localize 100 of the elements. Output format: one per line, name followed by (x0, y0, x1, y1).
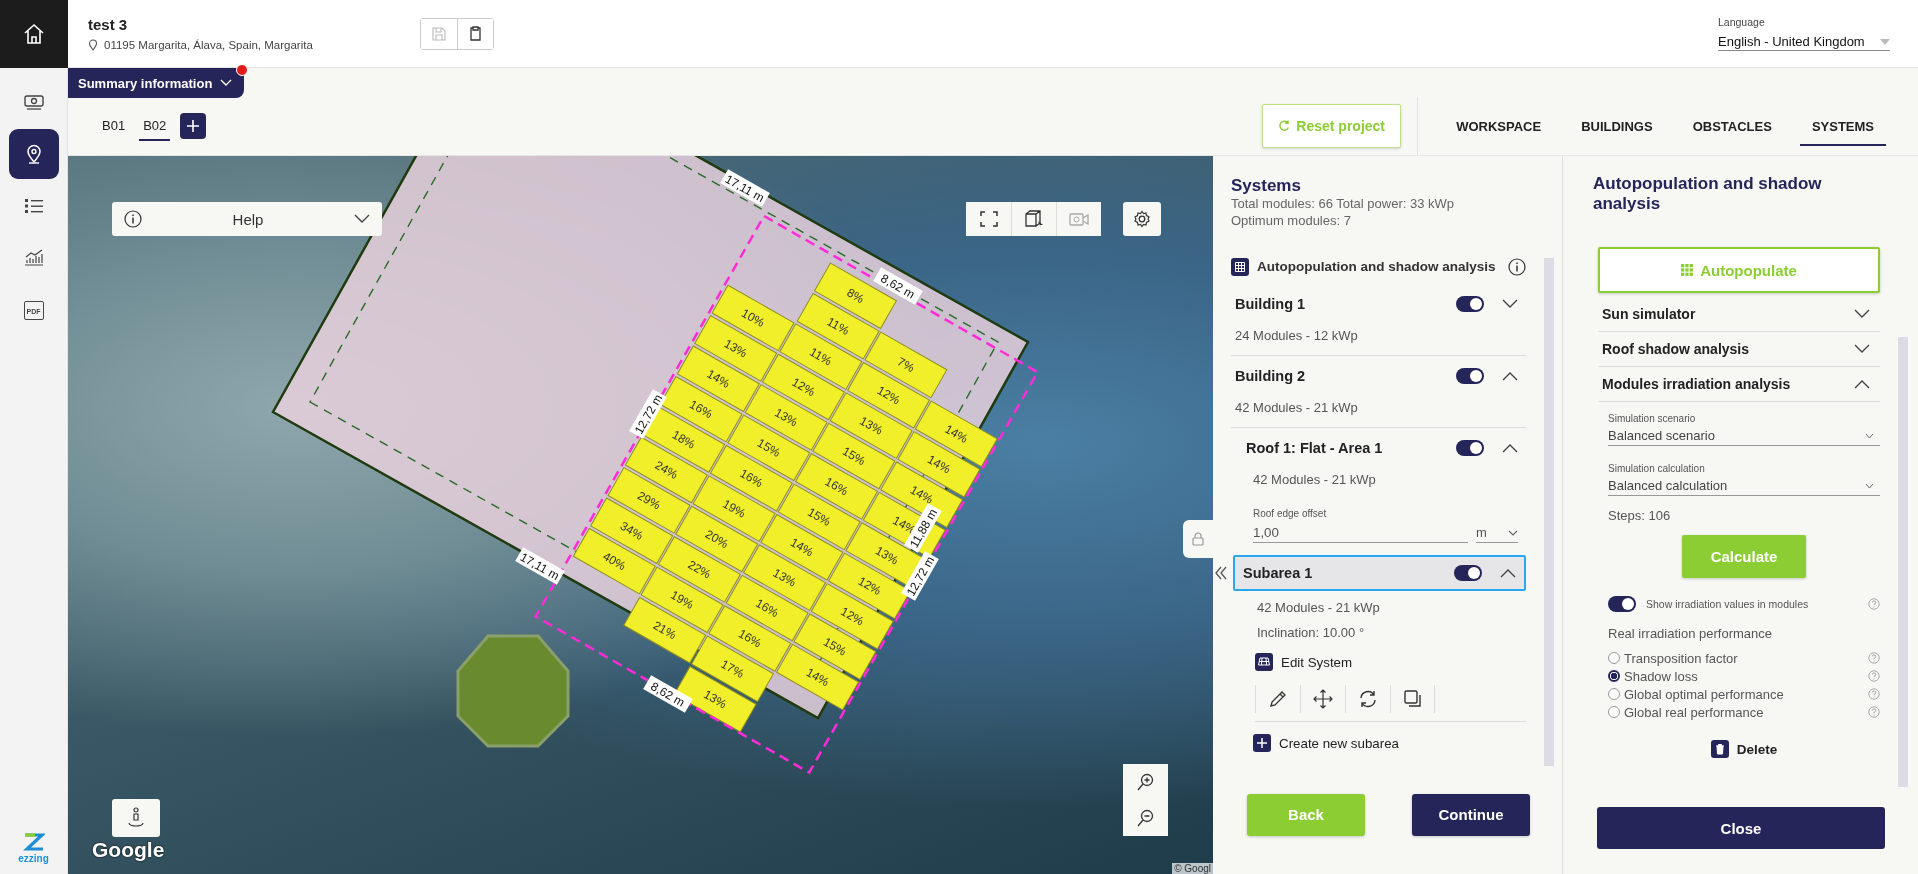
chevron-down-icon[interactable] (1854, 309, 1870, 320)
grid-icon (1681, 264, 1694, 277)
nav-tab[interactable]: OBSTACLES (1680, 106, 1784, 146)
add-building-button[interactable] (180, 113, 207, 139)
field-label: Simulation calculation (1608, 463, 1705, 475)
optimum-modules: Optimum modules: 7 (1231, 212, 1352, 230)
nav-tab[interactable]: WORKSPACE (1444, 106, 1554, 146)
toggle-switch[interactable] (1456, 440, 1484, 456)
cube-icon (1024, 210, 1044, 228)
calculation-select[interactable]: Balanced calculation (1608, 476, 1880, 497)
radio-label[interactable]: Global optimal performance (1624, 686, 1864, 702)
copy-icon (1402, 689, 1423, 709)
panel-title: Autopopulation and shadow analysis (1592, 174, 1823, 214)
nav-tab[interactable]: BUILDINGS (1569, 106, 1665, 146)
building-name[interactable]: Building 2 (1235, 368, 1438, 384)
roof-offset-field[interactable]: 1,00 (1253, 523, 1468, 543)
trash-icon (1714, 743, 1725, 756)
project-address: 01195 Margarita, Álava, Spain, Margarita (104, 39, 313, 51)
building-tab[interactable]: B01 (98, 111, 130, 141)
chevron-up-icon[interactable] (1502, 443, 1518, 453)
radio-button[interactable] (1608, 670, 1620, 683)
field-label: Roof edge offset (1253, 508, 1327, 519)
toggle-label: Show irradiation values in modules (1646, 598, 1810, 611)
radio-label[interactable]: Transposition factor (1624, 650, 1864, 666)
collapse-left-icon[interactable] (1215, 566, 1227, 580)
caret-icon (1865, 432, 1874, 439)
language-label: Language (1718, 16, 1766, 28)
close-button[interactable]: Close (1597, 807, 1885, 850)
move-icon (1313, 689, 1333, 709)
radio-button[interactable] (1608, 688, 1620, 701)
edit-system-button[interactable]: Edit System (1255, 653, 1353, 671)
home-button[interactable] (0, 0, 68, 68)
chevron-up-icon[interactable] (1854, 379, 1870, 390)
building-summary: 42 Modules - 21 kWp (1234, 399, 1359, 417)
clipboard-icon (469, 26, 482, 41)
unit-select[interactable]: m (1476, 523, 1518, 543)
building-summary: 24 Modules - 12 kWp (1234, 327, 1359, 345)
plus-icon (187, 120, 200, 132)
radio-label[interactable]: Global real performance (1624, 704, 1864, 720)
chevron-down-icon[interactable] (354, 214, 370, 224)
toggle-switch[interactable] (1454, 565, 1482, 581)
settings-icon (1133, 210, 1151, 228)
steps-count: Steps: 106 (1608, 508, 1672, 524)
video-camera-icon (1069, 211, 1089, 227)
continue-button[interactable]: Continue (1412, 793, 1530, 836)
section-heading: Real irradiation performance (1608, 626, 1774, 642)
map-attribution: Google (92, 838, 165, 862)
location-pin-icon (88, 39, 98, 51)
radio-button[interactable] (1608, 706, 1620, 719)
chart-icon[interactable] (22, 249, 45, 267)
radio-button[interactable] (1608, 652, 1620, 665)
systems-summary: Total modules: 66 Total power: 33 kWp (1231, 196, 1456, 213)
scrollbar[interactable] (1544, 257, 1554, 766)
help-dropdown[interactable]: Help (112, 202, 382, 236)
roof-name[interactable]: Roof 1: Flat - Area 1 (1246, 440, 1438, 456)
autopopulation-link[interactable]: Autopopulation and shadow analysis (1257, 257, 1500, 276)
toggle-switch[interactable] (1608, 596, 1636, 613)
copy-button[interactable] (1390, 685, 1435, 713)
building-tab[interactable]: B02 (139, 111, 171, 141)
caret-icon (1865, 482, 1874, 489)
grid-icon (1235, 261, 1245, 272)
zoom-out-icon (1136, 809, 1155, 827)
cash-icon[interactable] (22, 93, 45, 111)
accordion-header[interactable]: Modules irradiation analysis (1598, 367, 1880, 403)
accordion-header[interactable]: Roof shadow analysis (1598, 332, 1880, 368)
scenario-select[interactable]: Balanced scenario (1608, 426, 1880, 447)
solar-panel-icon (1258, 657, 1270, 667)
radio-label[interactable]: Shadow loss (1624, 668, 1864, 684)
building-name[interactable]: Building 1 (1235, 296, 1438, 312)
info-icon[interactable] (1508, 257, 1526, 276)
subarea-detail: 42 Modules - 21 kWp (1256, 599, 1381, 617)
caret-icon (1508, 529, 1518, 536)
chevron-up-icon[interactable] (1502, 371, 1518, 381)
chevron-down-icon[interactable] (1502, 299, 1518, 309)
logo-icon (22, 833, 45, 851)
language-select[interactable]: English - United Kingdom (1718, 34, 1890, 51)
delete-button[interactable]: Delete (1704, 739, 1784, 760)
logo-text: ezzing (18, 853, 49, 864)
home-icon[interactable] (22, 23, 45, 45)
toggle-switch[interactable] (1456, 296, 1484, 312)
accordion-header[interactable]: Sun simulator (1598, 297, 1880, 333)
chevron-up-icon[interactable] (1500, 568, 1516, 578)
nav-tab[interactable]: SYSTEMS (1799, 106, 1886, 146)
info-icon (124, 210, 142, 228)
settings-button[interactable] (1123, 202, 1161, 236)
project-title: test 3 (88, 16, 129, 33)
clipboard-button[interactable] (457, 18, 493, 49)
dimension-label: 8,62 m (643, 675, 693, 713)
toggle-switch[interactable] (1456, 368, 1484, 384)
create-subarea-button[interactable]: Create new subarea (1253, 734, 1400, 752)
street-view-button[interactable] (112, 799, 160, 837)
caret-icon (1880, 38, 1890, 45)
panel-title: Systems (1231, 176, 1302, 196)
roof-summary: 42 Modules - 21 kWp (1252, 471, 1377, 489)
subarea-detail: Inclination: 10.00 ° (1256, 624, 1366, 642)
subarea-row[interactable]: Subarea 1 (1233, 555, 1526, 591)
list-icon[interactable] (23, 198, 44, 214)
location-nav-button[interactable] (8, 129, 59, 179)
scrollbar[interactable] (1898, 337, 1908, 788)
chevron-down-icon[interactable] (1854, 344, 1870, 355)
